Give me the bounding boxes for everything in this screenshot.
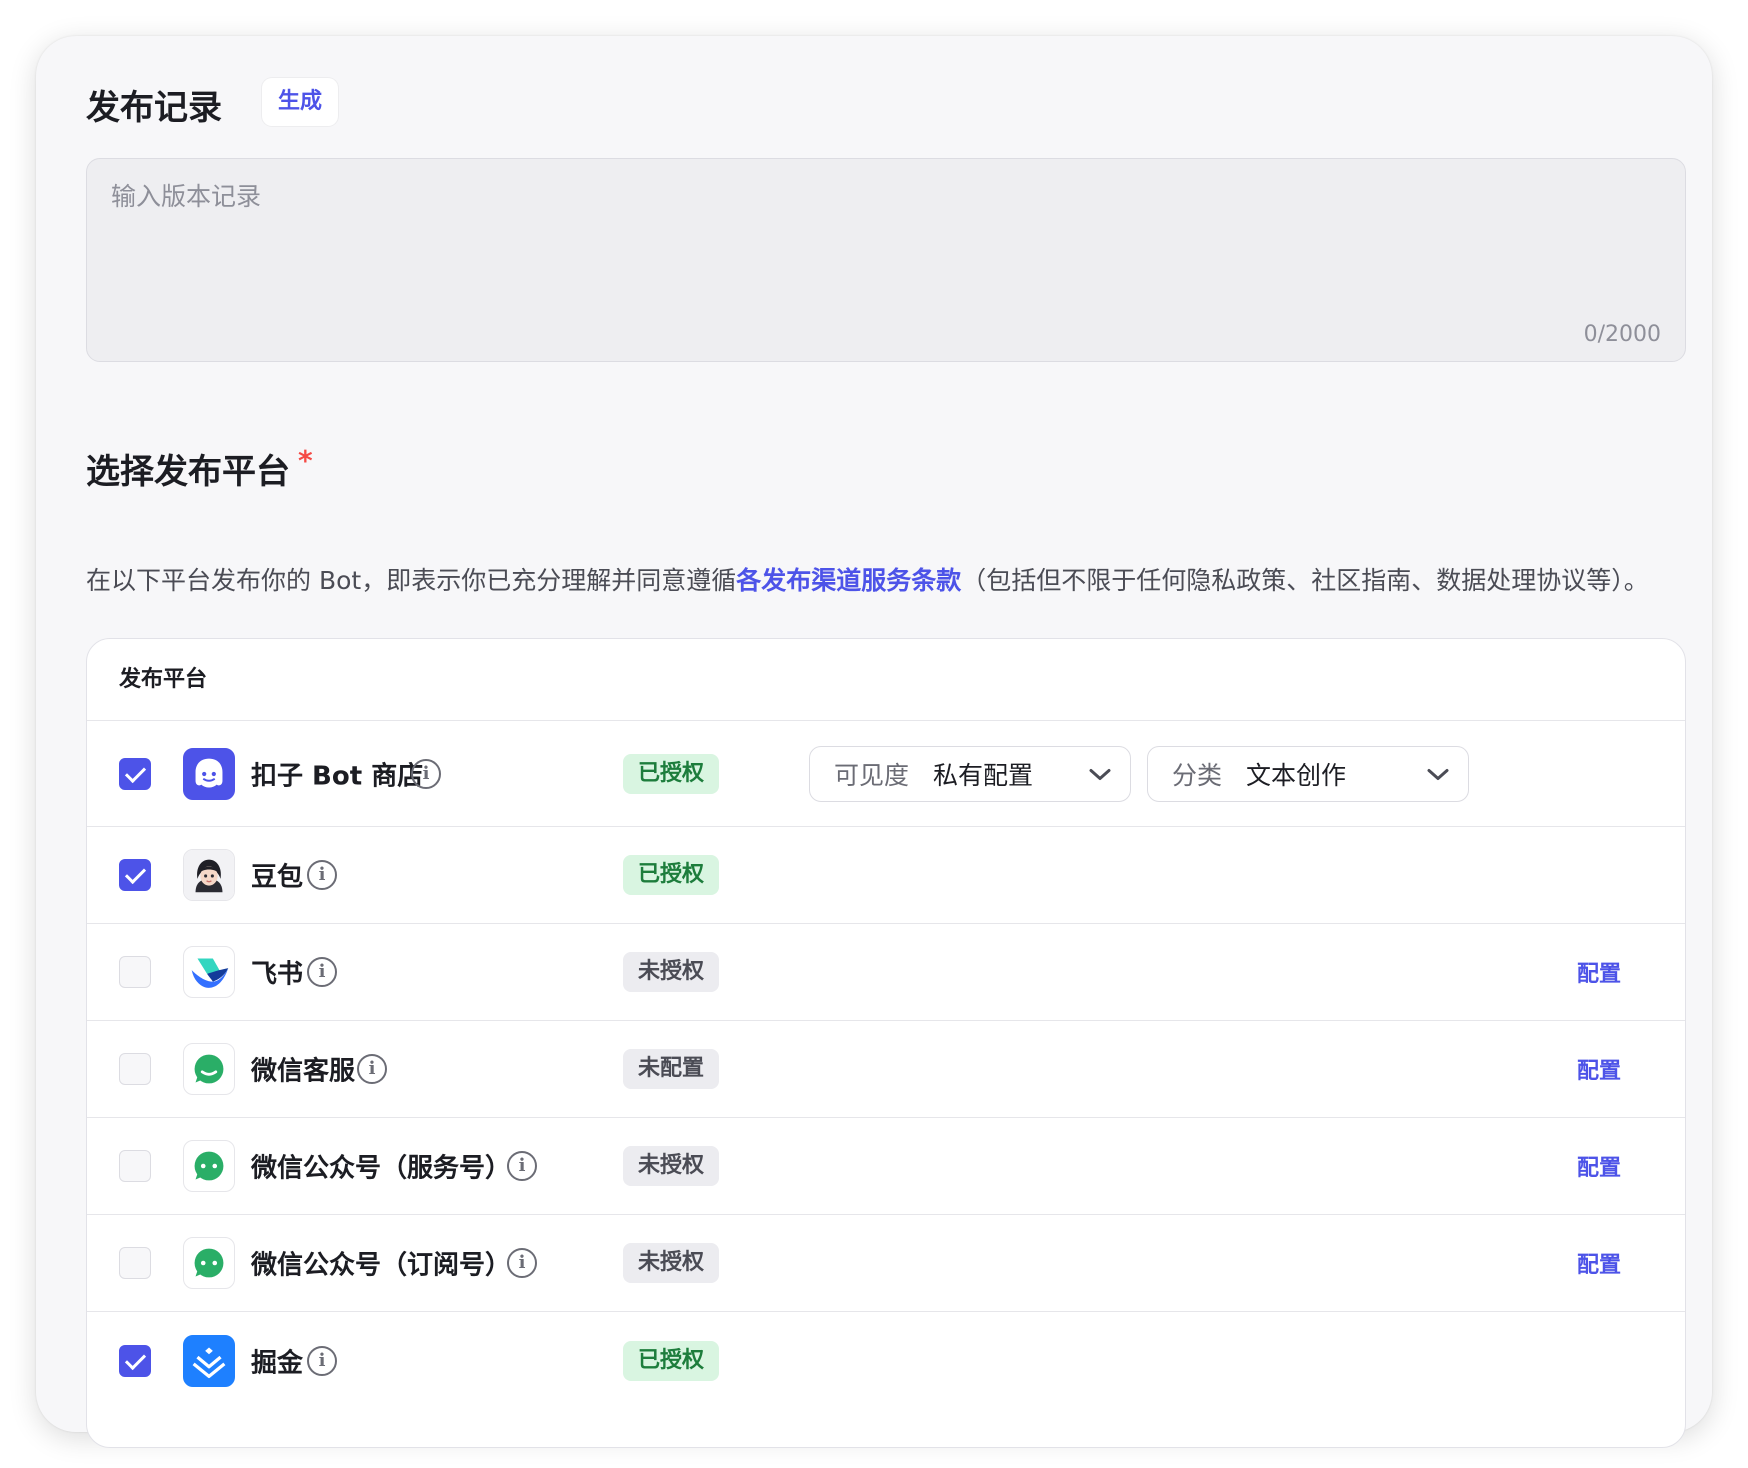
checkbox-wechat-official-subscription[interactable] (119, 1247, 151, 1279)
platform-section-title: 选择发布平台 * (86, 444, 313, 493)
info-icon[interactable]: i (507, 1151, 537, 1181)
description-suffix: （包括但不限于任何隐私政策、社区指南、数据处理协议等）。 (961, 566, 1649, 595)
status-badge: 未授权 (623, 1243, 720, 1283)
checkbox-coze-store[interactable] (119, 757, 151, 790)
character-counter: 0/2000 (1583, 322, 1661, 347)
status-badge: 已授权 (623, 855, 720, 895)
status-badge: 已授权 (623, 753, 720, 794)
status-badge: 已授权 (623, 1340, 720, 1381)
checkbox-wechat-service[interactable] (119, 1053, 151, 1085)
category-label: 分类 (1172, 760, 1223, 790)
wechat-icon (183, 1237, 235, 1289)
doubao-avatar-icon (183, 849, 235, 901)
visibility-value: 私有配置 (933, 760, 1034, 790)
generate-button[interactable]: 生成 (262, 78, 339, 126)
checkbox-juejin[interactable] (119, 1344, 151, 1377)
platform-name: 掘金 (251, 1348, 304, 1378)
chevron-down-icon (1088, 759, 1112, 788)
wechat-icon (183, 1140, 235, 1192)
platform-name: 微信客服 (251, 1056, 356, 1087)
platform-row-wechat-service: 微信客服 i 未配置 配置 (87, 1021, 1685, 1118)
platform-name: 豆包 (251, 862, 304, 893)
platform-section-title-text: 选择发布平台 (86, 452, 290, 492)
wechat-service-icon (183, 1043, 235, 1095)
coze-store-icon (183, 747, 235, 800)
platform-row-wechat-official-subscription: 微信公众号（订阅号） i 未授权 配置 (87, 1215, 1685, 1312)
platform-row-coze-store: 扣子 Bot 商店 i 已授权 可见度 私有配置 分类 文本创作 (87, 721, 1685, 827)
visibility-select[interactable]: 可见度 私有配置 (809, 745, 1131, 802)
release-notes-box: 0/2000 (86, 158, 1686, 362)
visibility-label: 可见度 (834, 760, 910, 790)
platform-row-doubao: 豆包 i 已授权 (87, 827, 1685, 924)
required-mark: * (298, 444, 313, 477)
platform-row-feishu: 飞书 i 未授权 配置 (87, 924, 1685, 1021)
info-icon[interactable]: i (507, 1248, 537, 1278)
category-value: 文本创作 (1246, 760, 1347, 790)
platform-row-juejin: 掘金 i 已授权 (87, 1312, 1685, 1409)
checkbox-doubao[interactable] (119, 859, 151, 891)
configure-link-wechat-official-subscription[interactable]: 配置 (1577, 1247, 1621, 1279)
checkbox-wechat-official-service[interactable] (119, 1150, 151, 1182)
configure-link-wechat-service[interactable]: 配置 (1577, 1053, 1621, 1085)
info-icon[interactable]: i (307, 1345, 337, 1376)
platform-name: 飞书 (251, 959, 304, 990)
status-badge: 未授权 (623, 952, 720, 992)
table-header: 发布平台 (87, 639, 1685, 721)
configure-link-wechat-official-service[interactable]: 配置 (1577, 1150, 1621, 1182)
info-icon[interactable]: i (307, 860, 337, 890)
platform-description: 在以下平台发布你的 Bot，即表示你已充分理解并同意遵循各发布渠道服务条款（包括… (86, 560, 1696, 602)
chevron-down-icon (1426, 759, 1450, 788)
juejin-icon (183, 1334, 235, 1387)
platform-name: 微信公众号（服务号） (251, 1153, 512, 1184)
configure-link-feishu[interactable]: 配置 (1577, 956, 1621, 988)
release-notes-input[interactable] (87, 159, 1685, 361)
status-badge: 未配置 (623, 1049, 720, 1089)
info-icon[interactable]: i (307, 957, 337, 987)
description-prefix: 在以下平台发布你的 Bot，即表示你已充分理解并同意遵循 (86, 566, 737, 595)
platform-name: 扣子 Bot 商店 (251, 761, 424, 791)
category-select[interactable]: 分类 文本创作 (1147, 745, 1469, 802)
feishu-icon (183, 946, 235, 998)
terms-link[interactable]: 各发布渠道服务条款 (736, 566, 961, 595)
info-icon[interactable]: i (411, 758, 441, 789)
platform-row-wechat-official-service: 微信公众号（服务号） i 未授权 配置 (87, 1118, 1685, 1215)
publish-panel: 发布记录 生成 0/2000 选择发布平台* 在以下平台发布你的 Bot，即表示… (36, 36, 1712, 1448)
platform-name: 微信公众号（订阅号） (251, 1250, 512, 1281)
platform-table: 发布平台 扣子 Bot 商店 i 已授权 可见度 私有配置 分类 文本创作 豆包… (86, 638, 1686, 1448)
status-badge: 未授权 (623, 1146, 720, 1186)
checkbox-feishu[interactable] (119, 956, 151, 988)
release-notes-title: 发布记录 (86, 88, 222, 128)
info-icon[interactable]: i (357, 1054, 387, 1084)
